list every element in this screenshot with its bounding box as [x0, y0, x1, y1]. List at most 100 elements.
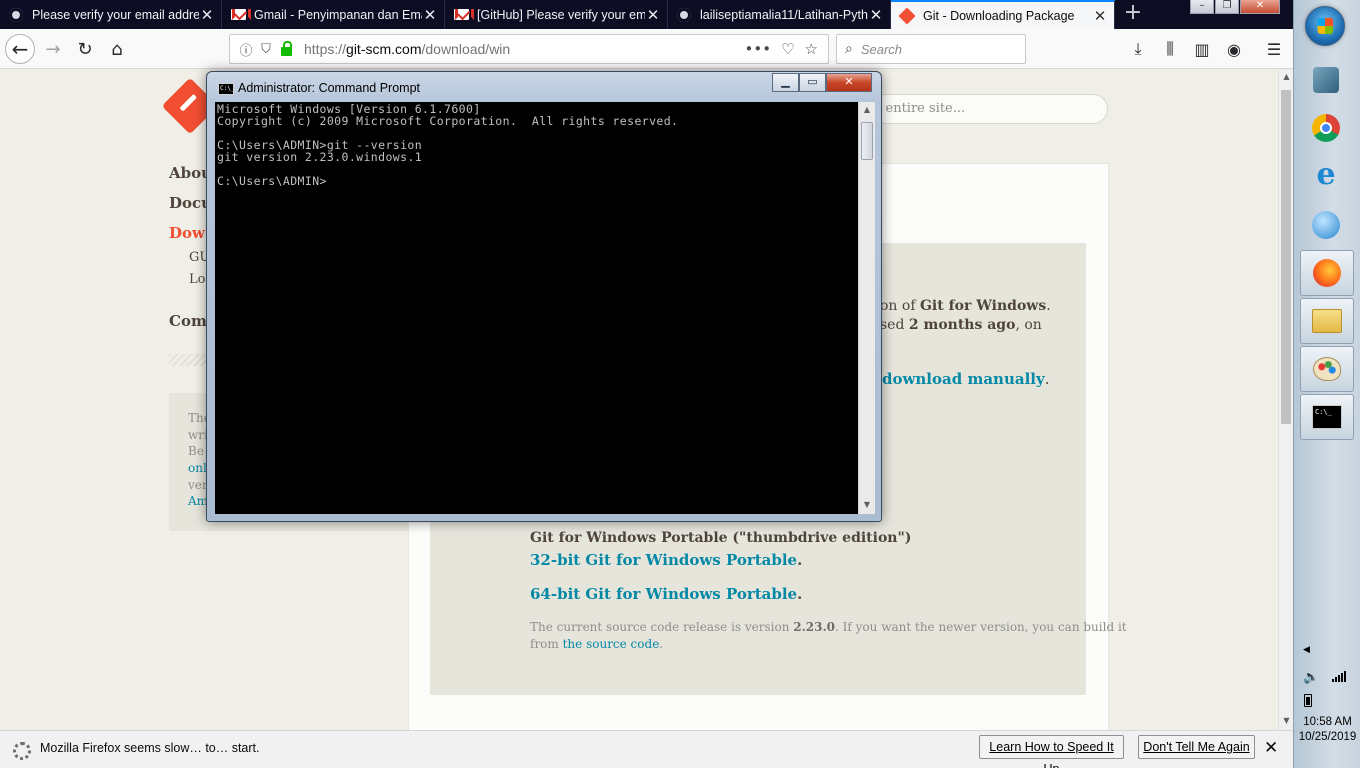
tab-gmail-github[interactable]: [GitHub] Please verify your email ✕ [445, 0, 668, 29]
home-icon: ⌂ [111, 38, 123, 60]
source-code-link[interactable]: the source code [563, 637, 660, 651]
battery-icon[interactable] [1304, 694, 1312, 707]
volume-icon[interactable]: 🔈 [1303, 670, 1319, 685]
download-manually-link[interactable]: download manually. [882, 370, 1049, 388]
account-icon[interactable]: ◉ [1224, 39, 1244, 59]
github-icon [8, 7, 24, 23]
source-version: 2.23.0 [793, 620, 836, 634]
network-signal-icon[interactable] [1332, 670, 1346, 682]
side-text: wri [188, 428, 208, 442]
bookmark-star-icon[interactable]: ☆ [805, 40, 818, 58]
chrome-icon [1312, 114, 1340, 142]
forward-button[interactable]: → [38, 34, 68, 64]
taskbar-app[interactable] [1306, 205, 1346, 245]
nav-downloads[interactable]: Dow [169, 224, 205, 242]
url-bar[interactable]: ⓘ ⛉ https://git-scm.com/download/win •••… [229, 34, 829, 64]
scroll-down-arrow-icon[interactable]: ▼ [859, 500, 875, 509]
forward-arrow-icon: → [45, 38, 61, 60]
show-hidden-icons-arrow-icon[interactable]: ◀ [1303, 645, 1310, 655]
home-button[interactable]: ⌂ [102, 34, 132, 64]
taskbar-command-prompt[interactable]: C:\_ [1300, 394, 1354, 440]
console-line: Copyright (c) 2009 Microsoft Corporation… [217, 114, 679, 128]
close-tab-icon[interactable]: ✕ [645, 6, 661, 24]
url-text[interactable]: https://git-scm.com/download/win [304, 41, 745, 57]
cmd-close-button[interactable]: ✕ [826, 73, 872, 92]
close-tab-icon[interactable]: ✕ [1092, 7, 1108, 25]
taskbar-internet-explorer[interactable]: e [1306, 155, 1346, 195]
tab-title: Gmail - Penyimpanan dan Email [254, 7, 422, 22]
tab-github-repo[interactable]: lailiseptiamalia11/Latihan-Python ✕ [668, 0, 891, 29]
tab-title: Please verify your email address [32, 7, 199, 22]
command-prompt-window[interactable]: C:\_ Administrator: Command Prompt ▁ ▭ ✕… [206, 71, 882, 522]
dont-tell-again-button[interactable]: Don't Tell Me Again [1138, 735, 1255, 759]
start-button[interactable] [1305, 6, 1345, 46]
taskbar-paint[interactable] [1300, 346, 1354, 392]
taskbar-chrome[interactable] [1306, 108, 1346, 148]
tab-gmail[interactable]: Gmail - Penyimpanan dan Email ✕ [222, 0, 445, 29]
minimize-window-button[interactable]: – [1190, 0, 1214, 14]
site-search-input[interactable]: n entire site... [860, 94, 1108, 124]
tab-github-verify-email[interactable]: Please verify your email address ✕ [0, 0, 222, 29]
portable-heading: Git for Windows Portable ("thumbdrive ed… [530, 530, 912, 546]
close-tab-icon[interactable]: ✕ [422, 6, 438, 24]
side-text: Be [188, 444, 204, 458]
learn-speed-up-button[interactable]: Learn How to Speed It Up [979, 735, 1124, 768]
menu-icon[interactable]: ☰ [1264, 39, 1284, 59]
text-fragment: sed [880, 317, 909, 333]
release-info-line-1: on of Git for Windows. [880, 298, 1051, 314]
console-prompt[interactable]: C:\Users\ADMIN> [217, 175, 856, 187]
cmd-window-icon: C:\_ [218, 83, 234, 95]
windows-taskbar: e C:\_ ◀ 🔈 10:58 AM 10/25/2019 [1293, 0, 1360, 768]
cmd-window-title: Administrator: Command Prompt [238, 81, 421, 95]
cmd-scroll-thumb[interactable] [861, 122, 873, 160]
product-name: Git for Windows [919, 298, 1047, 314]
scroll-down-arrow-icon[interactable]: ▼ [1279, 716, 1294, 725]
firefox-icon [1313, 259, 1341, 287]
side-link[interactable]: onl [188, 461, 207, 475]
taskbar-firefox[interactable] [1300, 250, 1354, 296]
scroll-up-arrow-icon[interactable]: ▲ [859, 105, 875, 114]
back-button[interactable]: ← [5, 34, 35, 64]
cmd-minimize-button[interactable]: ▁ [772, 73, 799, 92]
cmd-console-output[interactable]: Microsoft Windows [Version 6.1.7600] Cop… [215, 102, 858, 514]
close-tab-icon[interactable]: ✕ [868, 6, 884, 24]
new-tab-button[interactable]: + [1118, 0, 1148, 29]
info-icon[interactable]: ⓘ [238, 41, 254, 59]
page-scrollbar[interactable]: ▲ ▼ [1278, 70, 1293, 730]
reload-button[interactable]: ↻ [70, 34, 100, 64]
nav-community[interactable]: Com [169, 312, 207, 330]
tab-title: [GitHub] Please verify your email [477, 7, 645, 22]
taskbar-explorer[interactable] [1300, 298, 1354, 344]
cmd-maximize-button[interactable]: ▭ [799, 73, 826, 92]
taskbar-app-icon[interactable] [1306, 60, 1346, 100]
search-bar[interactable]: ⌕ Search [836, 34, 1026, 64]
close-icon[interactable]: ✕ [1264, 738, 1278, 758]
portable-32bit-link[interactable]: 32-bit Git for Windows Portable. [530, 551, 802, 569]
sidebar-icon[interactable]: ▥ [1192, 39, 1212, 59]
lock-icon[interactable] [278, 40, 294, 57]
blue-bird-icon [1312, 211, 1340, 239]
link-text: 64-bit Git for Windows Portable [530, 585, 798, 603]
downloads-icon[interactable]: ⤓ [1128, 39, 1148, 59]
close-tab-icon[interactable]: ✕ [199, 6, 215, 24]
notification-text: Mozilla Firefox seems slow… to… start. [40, 741, 260, 755]
tab-strip: Please verify your email address ✕ Gmail… [0, 0, 1293, 29]
maximize-window-button[interactable]: ❐ [1215, 0, 1239, 14]
navigation-toolbar: ← → ↻ ⌂ ⓘ ⛉ https://git-scm.com/download… [0, 29, 1293, 69]
page-scroll-thumb[interactable] [1281, 90, 1291, 424]
url-path: /download/win [421, 41, 511, 57]
portable-64bit-link[interactable]: 64-bit Git for Windows Portable. [530, 585, 802, 603]
close-window-button[interactable]: ✕ [1240, 0, 1280, 14]
pocket-icon[interactable]: ♡ [781, 40, 794, 58]
library-icon[interactable]: ⫼ [1160, 39, 1180, 59]
tab-git-downloading[interactable]: Git - Downloading Package ✕ [891, 0, 1115, 29]
shield-icon[interactable]: ⛉ [258, 41, 274, 57]
scroll-up-arrow-icon[interactable]: ▲ [1279, 72, 1294, 81]
text-fragment: from [530, 637, 563, 651]
gmail-icon [230, 7, 251, 23]
source-release-text: The current source code release is versi… [530, 620, 1127, 634]
taskbar-clock[interactable]: 10:58 AM 10/25/2019 [1294, 715, 1360, 745]
page-actions-button[interactable]: ••• [745, 40, 772, 58]
cmd-scrollbar[interactable]: ▲ ▼ [858, 102, 875, 514]
search-icon: ⌕ [845, 41, 853, 57]
